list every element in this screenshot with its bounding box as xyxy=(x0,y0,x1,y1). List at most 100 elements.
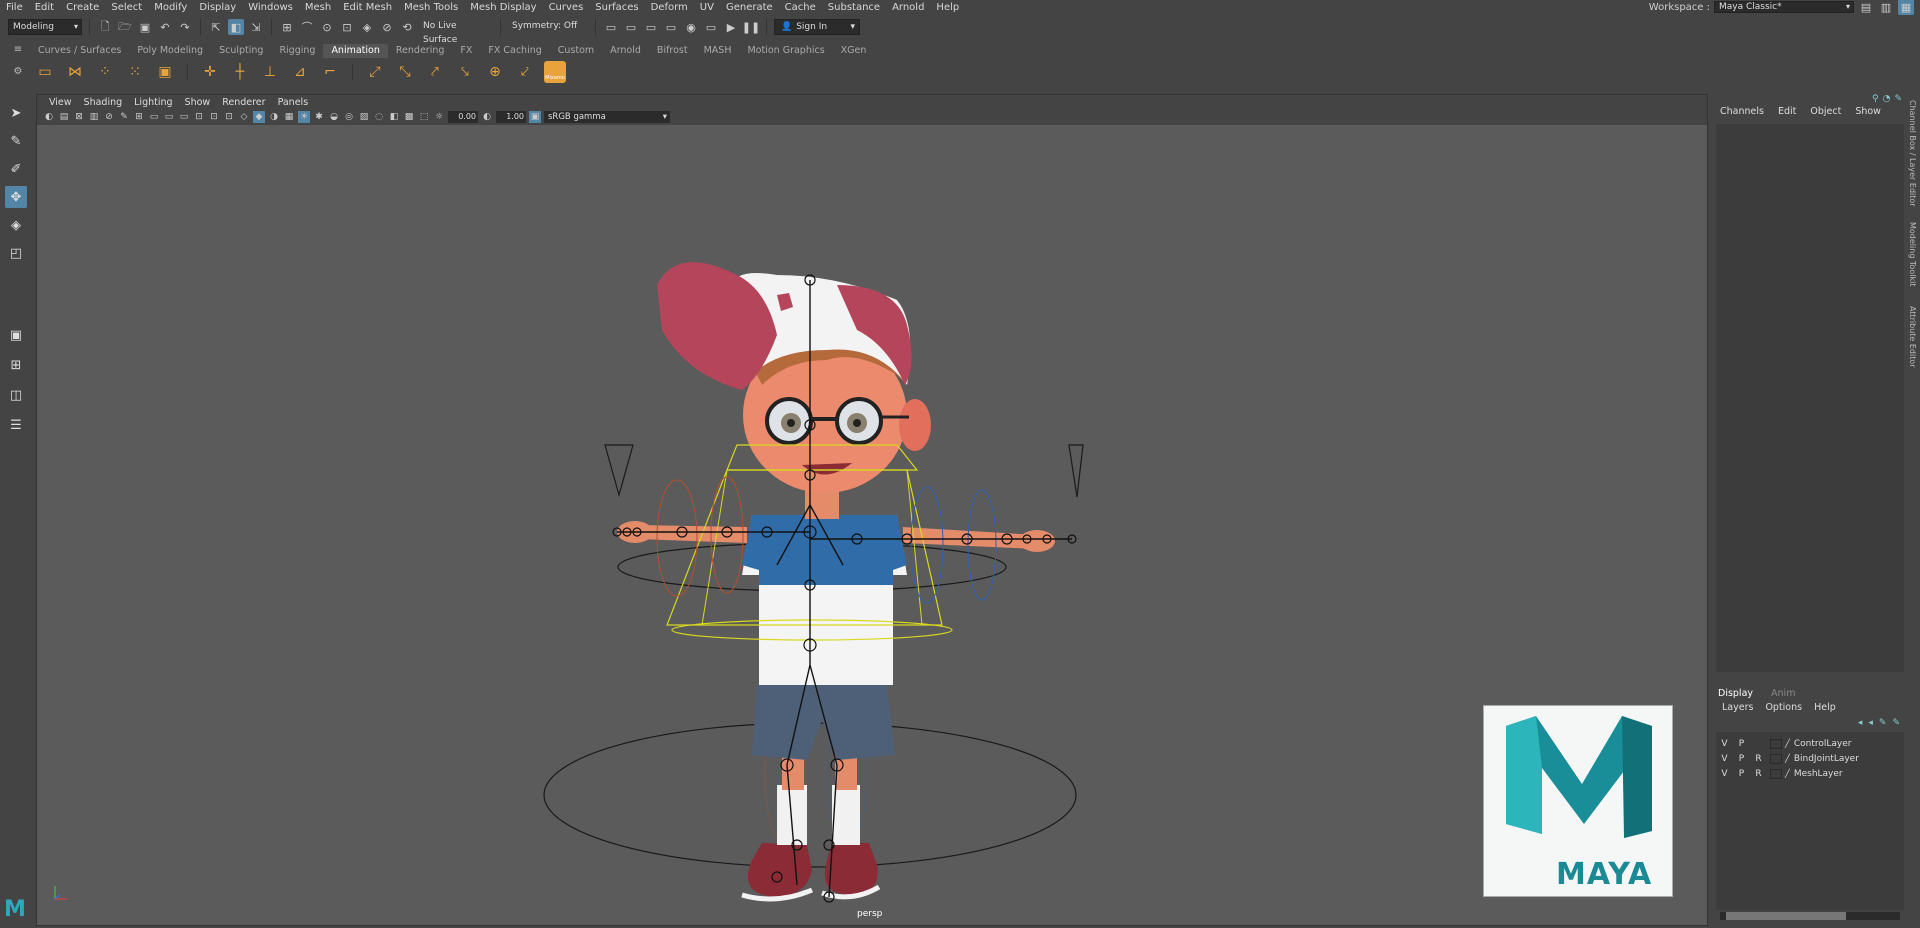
menu-uv[interactable]: UV xyxy=(694,2,720,13)
layer-row[interactable]: V P R ╱ MeshLayer xyxy=(1716,766,1904,781)
side-tab-modeling-toolkit[interactable]: Modeling Toolkit xyxy=(1908,222,1917,286)
move-layer-up-icon[interactable]: ◂ xyxy=(1858,718,1863,728)
depth-of-field-icon[interactable]: ◌ xyxy=(373,111,385,123)
snap-grid-icon[interactable]: ⊞ xyxy=(279,19,295,35)
single-view-icon[interactable]: ▣ xyxy=(5,324,27,346)
isolate-select-icon[interactable]: ◧ xyxy=(388,111,400,123)
menu-deform[interactable]: Deform xyxy=(645,2,694,13)
select-hierarchy-icon[interactable]: ⇱ xyxy=(208,19,224,35)
motion-blur-icon[interactable]: ◎ xyxy=(343,111,355,123)
layer-menu-help[interactable]: Help xyxy=(1814,702,1836,713)
render-frame-icon[interactable]: ▭ xyxy=(623,19,639,35)
layer-playback-toggle[interactable]: P xyxy=(1733,739,1750,749)
menu-select[interactable]: Select xyxy=(105,2,148,13)
menu-mesh-display[interactable]: Mesh Display xyxy=(464,2,542,13)
menu-arnold[interactable]: Arnold xyxy=(886,2,930,13)
menu-mesh-tools[interactable]: Mesh Tools xyxy=(398,2,464,13)
xray-icon[interactable]: ▩ xyxy=(403,111,415,123)
safe-action-icon[interactable]: ⊡ xyxy=(208,111,220,123)
layer-reference-toggle[interactable]: R xyxy=(1750,754,1767,764)
lights-icon[interactable]: ☀ xyxy=(298,111,310,123)
shelf-tab-motion-graphics[interactable]: Motion Graphics xyxy=(739,44,832,58)
channel-box-menu-object[interactable]: Object xyxy=(1810,106,1841,120)
wireframe-icon[interactable]: ◇ xyxy=(238,111,250,123)
shelf-tab-fx[interactable]: FX xyxy=(452,44,480,58)
shelf-tab-fx-caching[interactable]: FX Caching xyxy=(480,44,549,58)
layer-visibility-toggle[interactable]: V xyxy=(1716,769,1733,779)
layer-tab-display[interactable]: Display xyxy=(1718,688,1753,699)
mixamo-icon[interactable]: Mixamo xyxy=(544,61,566,83)
layer-color-swatch[interactable] xyxy=(1770,738,1782,749)
color-management-icon[interactable]: ▣ xyxy=(529,111,541,123)
layer-menu-options[interactable]: Options xyxy=(1765,702,1802,713)
arnold-ipr-icon[interactable]: ▶ xyxy=(723,19,739,35)
default-material-icon[interactable]: ◑ xyxy=(268,111,280,123)
motion-path-icon[interactable]: ⤢ xyxy=(364,61,386,83)
menu-surfaces[interactable]: Surfaces xyxy=(589,2,644,13)
save-scene-icon[interactable]: ▣ xyxy=(137,19,153,35)
exposure-icon[interactable]: ☼ xyxy=(433,111,445,123)
outliner-layout-icon[interactable]: ☰ xyxy=(5,414,27,436)
shelf-tab-sculpting[interactable]: Sculpting xyxy=(211,44,271,58)
menu-windows[interactable]: Windows xyxy=(242,2,299,13)
undo-icon[interactable]: ↶ xyxy=(157,19,173,35)
layer-visibility-toggle[interactable]: V xyxy=(1716,754,1733,764)
paint-select-tool-icon[interactable]: ✐ xyxy=(5,158,27,180)
workspace-dropdown[interactable]: Maya Classic* ▾ xyxy=(1714,1,1854,13)
bookmarks-icon[interactable]: ⊠ xyxy=(73,111,85,123)
ik-spline-icon[interactable]: ⊿ xyxy=(289,61,311,83)
menu-cache[interactable]: Cache xyxy=(779,2,822,13)
key-scale-icon[interactable]: ⁙ xyxy=(124,61,146,83)
layer-editor-scrollbar[interactable] xyxy=(1720,912,1900,920)
shelf-tab-rigging[interactable]: Rigging xyxy=(271,44,323,58)
panel-menu-panels[interactable]: Panels xyxy=(272,97,315,108)
shelf-tab-xgen[interactable]: XGen xyxy=(833,44,875,58)
channel-box-menu-show[interactable]: Show xyxy=(1855,106,1881,120)
menu-curves[interactable]: Curves xyxy=(543,2,590,13)
gamma-field[interactable]: 1.00 xyxy=(496,111,526,123)
live-surface-field[interactable]: No Live Surface xyxy=(419,19,493,45)
select-camera-icon[interactable]: ◐ xyxy=(43,111,55,123)
four-view-icon[interactable]: ⊞ xyxy=(5,354,27,376)
channel-box-menu-channels[interactable]: Channels xyxy=(1720,106,1764,120)
menu-create[interactable]: Create xyxy=(60,2,105,13)
shelf-options[interactable]: ≡ ⚙ xyxy=(10,44,26,88)
3d-viewport[interactable]: persp MAYA xyxy=(37,125,1707,925)
constraint-parent-icon[interactable]: ⤦ xyxy=(514,61,536,83)
ipr-render-icon[interactable]: ▭ xyxy=(643,19,659,35)
hypershade-icon[interactable]: ◉ xyxy=(683,19,699,35)
layout-icon[interactable]: ▤ xyxy=(1858,0,1874,15)
snap-surface-icon[interactable]: ◈ xyxy=(359,19,375,35)
layer-name[interactable]: ControlLayer xyxy=(1790,739,1852,749)
layer-color-swatch[interactable] xyxy=(1770,768,1782,779)
channel-box-menu-edit[interactable]: Edit xyxy=(1778,106,1796,120)
smooth-shade-icon[interactable]: ◆ xyxy=(253,111,265,123)
constraint-point-icon[interactable]: ⤡ xyxy=(394,61,416,83)
gate-mask-icon[interactable]: ▭ xyxy=(178,111,190,123)
sign-in-button[interactable]: 👤 Sign In ▾ xyxy=(774,19,860,35)
smooth-bind-icon[interactable]: ⌐ xyxy=(319,61,341,83)
set-key-icon[interactable]: ▭ xyxy=(34,61,56,83)
layer-playback-toggle[interactable]: P xyxy=(1733,769,1750,779)
anti-aliasing-icon[interactable]: ▨ xyxy=(358,111,370,123)
menu-set-dropdown[interactable]: Modeling ▾ xyxy=(8,19,82,35)
shelf-tab-curves-surfaces[interactable]: Curves / Surfaces xyxy=(30,44,129,58)
snap-view-icon[interactable]: ⊡ xyxy=(339,19,355,35)
channel-box-icon[interactable]: ⚲ xyxy=(1872,94,1879,104)
move-layer-down-icon[interactable]: ◂ xyxy=(1868,718,1873,728)
snap-plane-icon[interactable]: ⊘ xyxy=(379,19,395,35)
new-layer-selected-icon[interactable]: ✎ xyxy=(1892,718,1900,728)
select-tool-icon[interactable]: ➤ xyxy=(5,102,27,124)
new-layer-icon[interactable]: ✎ xyxy=(1879,718,1887,728)
menu-display[interactable]: Display xyxy=(193,2,242,13)
shadows-icon[interactable]: ✱ xyxy=(313,111,325,123)
xray-joints-icon[interactable]: ⬚ xyxy=(418,111,430,123)
textured-icon[interactable]: ▦ xyxy=(283,111,295,123)
menu-mesh[interactable]: Mesh xyxy=(299,2,337,13)
view-transform-dropdown[interactable]: sRGB gamma ▾ xyxy=(544,111,670,123)
open-scene-icon[interactable]: 🗁 xyxy=(117,19,133,35)
layer-row[interactable]: V P R ╱ BindJointLayer xyxy=(1716,751,1904,766)
layer-name[interactable]: MeshLayer xyxy=(1790,769,1843,779)
scale-tool-icon[interactable]: ◰ xyxy=(5,242,27,264)
lasso-tool-icon[interactable]: ✎ xyxy=(5,130,27,152)
